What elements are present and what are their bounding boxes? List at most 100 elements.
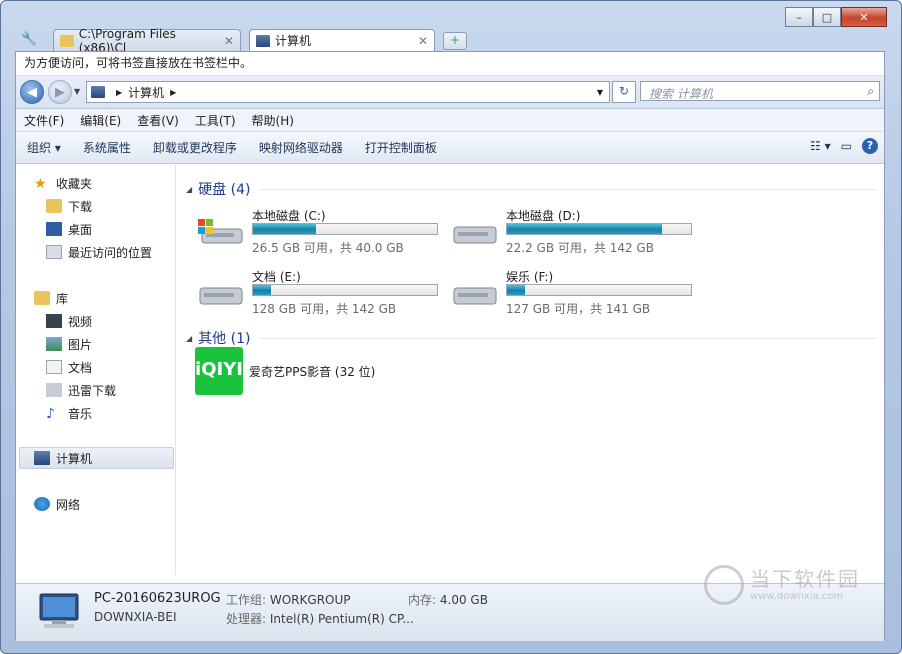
tab-computer[interactable]: 计算机 ✕: [249, 29, 435, 51]
nav-item-downloads[interactable]: 下载: [46, 196, 92, 216]
wrench-icon[interactable]: 🔧: [21, 32, 37, 48]
nav-item-recent[interactable]: 最近访问的位置: [46, 242, 152, 262]
menu-bar: 文件(F) 编辑(E) 查看(V) 工具(T) 帮助(H): [16, 109, 884, 132]
menu-help[interactable]: 帮助(H): [244, 112, 302, 129]
command-bar: 组织 ▾ 系统属性 卸载或更改程序 映射网络驱动器 打开控制面板 ☷ ▾ ▭ ?: [16, 132, 884, 164]
nav-label: 网络: [56, 497, 81, 512]
app-iqiyi-pps[interactable]: iQIYI 爱奇艺PPS影音 (32 位): [195, 347, 455, 397]
nav-label: 文档: [68, 360, 93, 375]
group-divider: [260, 188, 876, 190]
nav-network[interactable]: 网络: [34, 494, 80, 514]
address-bar[interactable]: ▶ 计算机 ▶ ▼: [86, 81, 610, 103]
cpu-label: 处理器:: [226, 612, 267, 626]
nav-item-videos[interactable]: 视频: [46, 311, 92, 331]
minimize-button[interactable]: –: [785, 7, 813, 27]
forward-button[interactable]: ▶: [48, 80, 72, 104]
network-icon: [34, 497, 50, 511]
help-icon[interactable]: ?: [862, 138, 878, 154]
nav-item-pictures[interactable]: 图片: [46, 334, 92, 354]
breadcrumb-computer[interactable]: 计算机: [128, 84, 164, 101]
computer-icon: [91, 86, 105, 98]
drive-usage-bar: [506, 284, 692, 296]
close-window-button[interactable]: ✕: [841, 7, 887, 27]
drive-name: 文档 (E:): [252, 270, 301, 284]
nav-label: 计算机: [56, 451, 93, 466]
menu-file[interactable]: 文件(F): [16, 112, 72, 129]
watermark-logo-icon: [704, 565, 744, 605]
recent-pages-dropdown-icon[interactable]: ▼: [74, 87, 80, 96]
tab-program-files[interactable]: C:\Program Files (x86)\Cl ✕: [53, 27, 241, 55]
nav-library[interactable]: 库: [34, 288, 68, 308]
star-icon: ★: [34, 176, 47, 192]
address-toolbar: ◀ ▶ ▼ ▶ 计算机 ▶ ▼ ↻ 搜索 计算机 ⌕: [16, 76, 884, 109]
library-icon: [34, 291, 50, 305]
open-control-panel-button[interactable]: 打开控制面板: [354, 139, 448, 156]
drive-d[interactable]: 本地磁盘 (D:) 22.2 GB 可用，共 142 GB: [448, 207, 698, 257]
desktop-icon: [46, 222, 62, 236]
menu-tools[interactable]: 工具(T): [187, 112, 244, 129]
nav-item-desktop[interactable]: 桌面: [46, 219, 92, 239]
workgroup-value: WORKGROUP: [269, 593, 351, 607]
drive-e[interactable]: 文档 (E:) 128 GB 可用，共 142 GB: [194, 268, 444, 318]
search-icon[interactable]: ⌕: [867, 84, 874, 99]
view-options-icon[interactable]: ☷ ▾: [810, 139, 831, 153]
drive-name: 娱乐 (F:): [506, 270, 554, 284]
maximize-button[interactable]: □: [813, 7, 841, 27]
drive-usage-bar: [252, 223, 438, 235]
menu-view[interactable]: 查看(V): [129, 112, 187, 129]
nav-item-thunder-downloads[interactable]: 迅雷下载: [46, 380, 116, 400]
computer-icon: [34, 451, 50, 465]
nav-computer[interactable]: 计算机: [34, 448, 92, 468]
collapse-arrow-icon[interactable]: ◢: [186, 185, 192, 194]
navigation-pane: ★ 收藏夹 下载 桌面 最近访问的位置 库 视频 图片 文档 迅雷下载 ♪ 音乐…: [16, 161, 176, 575]
nav-favorites[interactable]: ★ 收藏夹: [34, 173, 92, 193]
window-controls: – □ ✕: [785, 7, 887, 27]
tab-close-icon[interactable]: ✕: [224, 34, 234, 48]
nav-item-documents[interactable]: 文档: [46, 357, 92, 377]
drive-size: 127 GB 可用，共 141 GB: [506, 302, 651, 316]
breadcrumb-arrow-icon[interactable]: ▶: [116, 88, 122, 97]
memory-info: 内存: 4.00 GB: [408, 591, 488, 608]
pc-name: PC-20160623UROG: [94, 591, 221, 606]
breadcrumb-arrow-icon[interactable]: ▶: [170, 88, 176, 97]
watermark: 当下软件园 www.downxia.com: [704, 559, 864, 619]
drive-f[interactable]: 娱乐 (F:) 127 GB 可用，共 141 GB: [448, 268, 698, 318]
menu-edit[interactable]: 编辑(E): [72, 112, 129, 129]
drive-usage-bar: [506, 223, 692, 235]
search-placeholder: 搜索 计算机: [649, 87, 713, 101]
preview-pane-icon[interactable]: ▭: [841, 139, 852, 153]
tab-label: 计算机: [275, 34, 312, 48]
bookmark-bar: 为方便访问，可将书签直接放在书签栏中。: [16, 52, 884, 76]
app-label: 爱奇艺PPS影音 (32 位): [249, 365, 376, 379]
workgroup-label: 工作组:: [226, 593, 267, 607]
new-tab-button[interactable]: +: [443, 32, 467, 50]
back-button[interactable]: ◀: [20, 80, 44, 104]
search-input[interactable]: 搜索 计算机 ⌕: [640, 81, 880, 101]
group-header-drives[interactable]: ◢ 硬盘 (4): [186, 179, 876, 199]
nav-label: 桌面: [68, 222, 93, 237]
nav-item-music[interactable]: ♪ 音乐: [46, 403, 92, 423]
tab-close-icon[interactable]: ✕: [418, 34, 428, 48]
drive-size: 26.5 GB 可用，共 40.0 GB: [252, 241, 404, 255]
explorer-content: 为方便访问，可将书签直接放在书签栏中。 ◀ ▶ ▼ ▶ 计算机 ▶ ▼ ↻ 搜索…: [15, 51, 885, 641]
nav-label: 图片: [68, 337, 93, 352]
uninstall-program-button[interactable]: 卸载或更改程序: [142, 139, 248, 156]
download-folder-icon: [46, 199, 62, 213]
collapse-arrow-icon[interactable]: ◢: [186, 334, 192, 343]
computer-icon: [256, 34, 270, 47]
organize-button[interactable]: 组织 ▾: [16, 139, 72, 156]
system-drive-icon: [198, 219, 243, 244]
workgroup-info: 工作组: WORKGROUP: [226, 591, 351, 608]
map-network-drive-button[interactable]: 映射网络驱动器: [248, 139, 354, 156]
picture-icon: [46, 337, 62, 351]
content-pane: ◢ 硬盘 (4) 本地磁盘 (C:) 26.5 GB 可用，共 40.0 GB: [176, 161, 884, 575]
refresh-button[interactable]: ↻: [612, 81, 636, 103]
group-header-other[interactable]: ◢ 其他 (1): [186, 328, 876, 348]
drive-size: 22.2 GB 可用，共 142 GB: [506, 241, 654, 255]
drive-c[interactable]: 本地磁盘 (C:) 26.5 GB 可用，共 40.0 GB: [194, 207, 444, 257]
cpu-value: Intel(R) Pentium(R) CP...: [269, 612, 414, 626]
system-properties-button[interactable]: 系统属性: [72, 139, 142, 156]
domain-name: DOWNXIA-BEI: [94, 610, 177, 624]
nav-label: 视频: [68, 314, 93, 329]
address-dropdown-icon[interactable]: ▼: [597, 88, 603, 97]
